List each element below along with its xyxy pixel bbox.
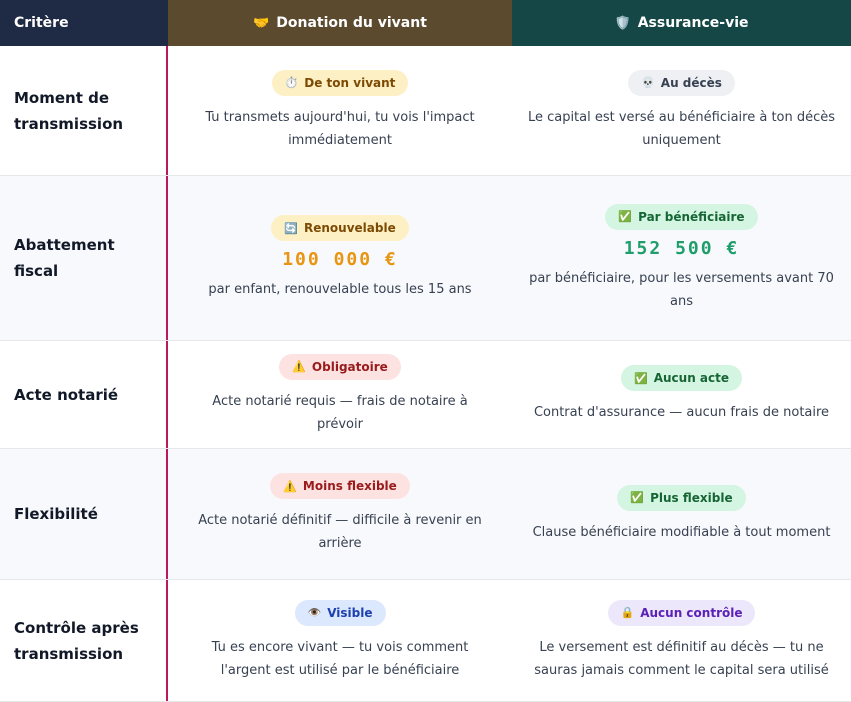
table-row: Flexibilité ⚠️ Moins flexible Acte notar… [0, 449, 851, 580]
status-badge: 🔒 Aucun contrôle [607, 599, 756, 626]
donation-cell: ⚠️ Obligatoire Acte notarié requis — fra… [168, 341, 512, 448]
table-row: Abattement fiscal 🔄 Renouvelable 100 000… [0, 176, 851, 341]
header-assurance-label: Assurance-vie [637, 15, 749, 31]
assurance-cell: 💀 Au décès Le capital est versé au bénéf… [512, 46, 851, 175]
badge-label: Visible [327, 605, 373, 620]
status-badge: ✅ Par bénéficiaire [605, 203, 758, 230]
badge-label: De ton vivant [304, 75, 396, 90]
cell-description: Le capital est versé au bénéficiaire à t… [527, 109, 836, 148]
header-criteria: Critère [0, 0, 168, 46]
badge-label: Renouvelable [303, 221, 396, 235]
warning-icon: ⚠️ [283, 479, 297, 493]
donation-cell: 👁️ Visible Tu es encore vivant — tu vois… [168, 580, 512, 701]
donation-cell: ⏱️ De ton vivant Tu transmets aujourd'hu… [168, 46, 512, 175]
shield-icon: 🛡️ [614, 15, 631, 31]
assurance-cell: ✅ Plus flexible Clause bénéficiaire modi… [512, 449, 851, 579]
donation-cell: 🔄 Renouvelable 100 000 € par enfant, ren… [168, 176, 512, 340]
criteria-cell: Abattement fiscal [0, 176, 168, 340]
cell-description: Tu es encore vivant — tu vois comment l'… [211, 639, 469, 678]
status-badge: ⏱️ De ton vivant [271, 69, 409, 96]
status-badge: ⚠️ Obligatoire [279, 353, 401, 380]
badge-label: Au décès [660, 75, 722, 90]
table-row: Contrôle après transmission 👁️ Visible T… [0, 580, 851, 702]
renew-icon: 🔄 [284, 221, 298, 235]
cell-description: par bénéficiaire, pour les versements av… [529, 270, 834, 309]
assurance-cell: ✅ Par bénéficiaire 152 500 € par bénéfic… [512, 176, 851, 340]
badge-label: Aucun acte [653, 371, 729, 385]
status-badge: 💀 Au décès [628, 69, 735, 96]
cell-description: Acte notarié définitif — difficile à rev… [198, 513, 482, 551]
assurance-cell: ✅ Aucun acte Contrat d'assurance — aucun… [512, 341, 851, 448]
status-badge: ✅ Plus flexible [617, 484, 746, 511]
badge-label: Obligatoire [311, 359, 388, 374]
cell-description: Le versement est définitif au décès — tu… [534, 639, 829, 678]
status-badge: ⚠️ Moins flexible [270, 473, 410, 499]
amount-value: 152 500 € [623, 237, 740, 259]
badge-label: Moins flexible [302, 479, 397, 493]
table-row: Acte notarié ⚠️ Obligatoire Acte notarié… [0, 341, 851, 449]
criteria-cell: Acte notarié [0, 341, 168, 448]
badge-label: Plus flexible [650, 490, 733, 505]
lock-icon: 🔒 [620, 606, 635, 619]
comparison-table: Critère 🤝 Donation du vivant 🛡️ Assuranc… [0, 0, 851, 702]
cell-description: Tu transmets aujourd'hui, tu vois l'impa… [205, 109, 475, 148]
check-icon: ✅ [634, 371, 648, 385]
criteria-cell: Flexibilité [0, 449, 168, 579]
stopwatch-icon: ⏱️ [284, 76, 299, 89]
handshake-icon: 🤝 [253, 15, 270, 31]
header-donation-label: Donation du vivant [276, 15, 427, 31]
eye-icon: 👁️ [307, 606, 322, 619]
check-icon: ✅ [618, 210, 633, 223]
badge-label: Aucun contrôle [640, 605, 743, 620]
status-badge: 🔄 Renouvelable [271, 215, 409, 241]
cell-description: Clause bénéficiaire modifiable à tout mo… [532, 524, 831, 540]
cell-description: Contrat d'assurance — aucun frais de not… [533, 405, 830, 420]
warning-icon: ⚠️ [292, 360, 306, 373]
donation-cell: ⚠️ Moins flexible Acte notarié définitif… [168, 449, 512, 579]
table-row: Moment de transmission ⏱️ De ton vivant … [0, 46, 851, 176]
badge-label: Par bénéficiaire [638, 209, 745, 224]
check-icon: ✅ [630, 491, 645, 504]
skull-icon: 💀 [641, 76, 655, 89]
header-donation: 🤝 Donation du vivant [168, 0, 512, 46]
cell-description: Acte notarié requis — frais de notaire à… [212, 393, 468, 432]
table-header: Critère 🤝 Donation du vivant 🛡️ Assuranc… [0, 0, 851, 46]
criteria-cell: Contrôle après transmission [0, 580, 168, 701]
cell-description: par enfant, renouvelable tous les 15 ans [208, 282, 472, 297]
assurance-cell: 🔒 Aucun contrôle Le versement est défini… [512, 580, 851, 701]
amount-value: 100 000 € [282, 249, 398, 270]
status-badge: ✅ Aucun acte [621, 365, 742, 391]
header-assurance: 🛡️ Assurance-vie [512, 0, 851, 46]
criteria-cell: Moment de transmission [0, 46, 168, 175]
status-badge: 👁️ Visible [294, 599, 386, 626]
